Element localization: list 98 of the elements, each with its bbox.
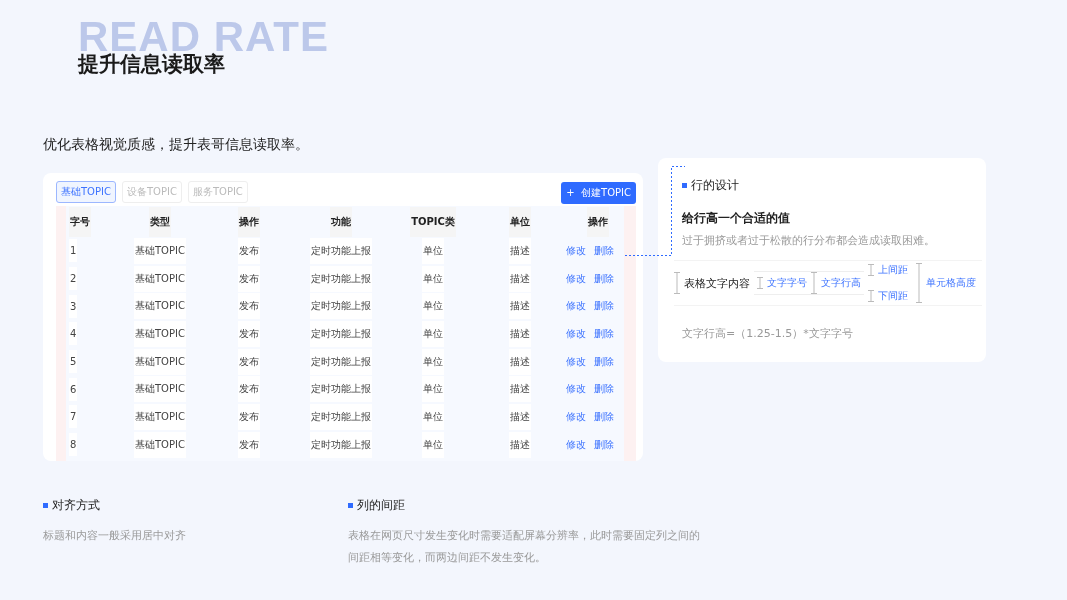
page-title: 提升信息读取率 <box>78 51 225 78</box>
bullet-icon <box>43 503 48 508</box>
dimension-label: 上间距 <box>878 263 908 277</box>
section-text: 标题和内容一般采用居中对齐 <box>43 528 187 544</box>
table-cell: 基础TOPIC <box>134 237 186 264</box>
table-cell: 5 <box>69 350 78 374</box>
table-cell: 描述 <box>509 237 531 264</box>
table-cell: 2 <box>69 267 78 291</box>
table-cell: 发布 <box>238 293 260 320</box>
bullet-icon <box>348 503 353 508</box>
table-cell: 基础TOPIC <box>134 320 186 347</box>
action-link[interactable]: 修改 <box>566 326 586 341</box>
table-cell: 描述 <box>509 265 531 292</box>
subtitle: 优化表格视觉质感，提升表哥信息读取率。 <box>43 136 310 154</box>
column-header: 字号 <box>69 206 91 237</box>
table-cell: 7 <box>69 405 78 429</box>
table-cell: 发布 <box>238 348 260 375</box>
dimension-label: 文字字号 <box>767 276 807 290</box>
height-marker-icon <box>916 263 922 303</box>
section-heading: 行的设计 <box>691 178 739 193</box>
table-cell: 发布 <box>238 265 260 292</box>
table-cell: 单位 <box>422 265 444 292</box>
table-cell: 单位 <box>422 376 444 403</box>
column-header: 单位 <box>509 206 531 237</box>
table-cell: 单位 <box>422 293 444 320</box>
table-cell: 基础TOPIC <box>134 431 186 458</box>
table-cell: 单位 <box>422 431 444 458</box>
tab[interactable]: 基础TOPIC <box>56 181 116 203</box>
column-header: TOPIC类 <box>410 206 456 237</box>
table-cell: 基础TOPIC <box>134 348 186 375</box>
action-link[interactable]: 修改 <box>566 382 586 397</box>
action-link[interactable]: 修改 <box>566 243 586 258</box>
table-cell: 定时功能上报 <box>310 265 372 292</box>
action-link[interactable]: 删除 <box>594 437 614 452</box>
column-header: 类型 <box>149 206 171 237</box>
column-header: 功能 <box>330 206 352 237</box>
table-cell: 单位 <box>422 237 444 264</box>
table-cell: 描述 <box>509 376 531 403</box>
table-cell: 发布 <box>238 376 260 403</box>
create-button[interactable]: + 创建TOPIC <box>561 182 636 204</box>
table-cell: 3 <box>69 294 78 318</box>
action-link[interactable]: 删除 <box>594 299 614 314</box>
table-cell: 1 <box>69 239 78 263</box>
action-link[interactable]: 删除 <box>594 243 614 258</box>
table-cell: 发布 <box>238 320 260 347</box>
section-text: 表格在网页尺寸发生变化时需要适配屏幕分辨率，此时需要固定列之间的间距相等变化，而两边间距不发生变化。 <box>348 528 701 566</box>
table-cell: 描述 <box>509 431 531 458</box>
table-cell: 描述 <box>509 348 531 375</box>
table-cell: 基础TOPIC <box>134 293 186 320</box>
table-cell: 单位 <box>422 348 444 375</box>
action-link[interactable]: 修改 <box>566 354 586 369</box>
table-cell: 4 <box>69 322 78 346</box>
table-cell: 基础TOPIC <box>134 403 186 430</box>
bullet-icon <box>682 183 687 188</box>
section-heading: 列的间距 <box>357 498 405 513</box>
table-cell: 单位 <box>422 403 444 430</box>
section-heading: 对齐方式 <box>52 498 100 513</box>
description: 过于拥挤或者过于松散的行分布都会造成读取困难。 <box>682 233 936 248</box>
sample-text: 表格文字内容 <box>684 275 750 291</box>
table-cell: 定时功能上报 <box>310 403 372 430</box>
action-link[interactable]: 删除 <box>594 271 614 286</box>
table-cell: 定时功能上报 <box>310 237 372 264</box>
action-link[interactable]: 删除 <box>594 326 614 341</box>
table-cell: 发布 <box>238 237 260 264</box>
table-cell: 定时功能上报 <box>310 431 372 458</box>
column-header: 操作 <box>238 206 260 237</box>
column-header: 操作 <box>587 206 609 237</box>
table-cell: 定时功能上报 <box>310 293 372 320</box>
action-link[interactable]: 删除 <box>594 354 614 369</box>
table-cell: 发布 <box>238 403 260 430</box>
action-link[interactable]: 修改 <box>566 299 586 314</box>
action-link[interactable]: 修改 <box>566 271 586 286</box>
height-marker-icon <box>868 290 874 302</box>
dimension-label: 文字行高 <box>821 276 861 290</box>
table-cell: 基础TOPIC <box>134 376 186 403</box>
action-link[interactable]: 删除 <box>594 382 614 397</box>
height-marker-icon <box>868 264 874 276</box>
table-cell: 定时功能上报 <box>310 348 372 375</box>
table-cell: 描述 <box>509 403 531 430</box>
table-cell: 8 <box>69 433 78 457</box>
table-cell: 定时功能上报 <box>310 320 372 347</box>
table-cell: 定时功能上报 <box>310 376 372 403</box>
height-marker-icon <box>811 272 817 294</box>
table-cell: 6 <box>69 377 78 401</box>
table-cell: 基础TOPIC <box>134 265 186 292</box>
subheading: 给行高一个合适的值 <box>682 210 791 227</box>
height-marker-icon <box>674 272 680 294</box>
formula-text: 文字行高=（1.25-1.5）*文字字号 <box>682 326 854 341</box>
action-link[interactable]: 修改 <box>566 409 586 424</box>
action-link[interactable]: 修改 <box>566 437 586 452</box>
table-cell: 单位 <box>422 320 444 347</box>
table-cell: 发布 <box>238 431 260 458</box>
action-link[interactable]: 删除 <box>594 409 614 424</box>
table-cell: 描述 <box>509 320 531 347</box>
dimension-label: 下间距 <box>878 289 908 303</box>
table-cell: 描述 <box>509 293 531 320</box>
dimension-label: 单元格高度 <box>926 276 976 290</box>
height-marker-icon <box>757 277 763 289</box>
